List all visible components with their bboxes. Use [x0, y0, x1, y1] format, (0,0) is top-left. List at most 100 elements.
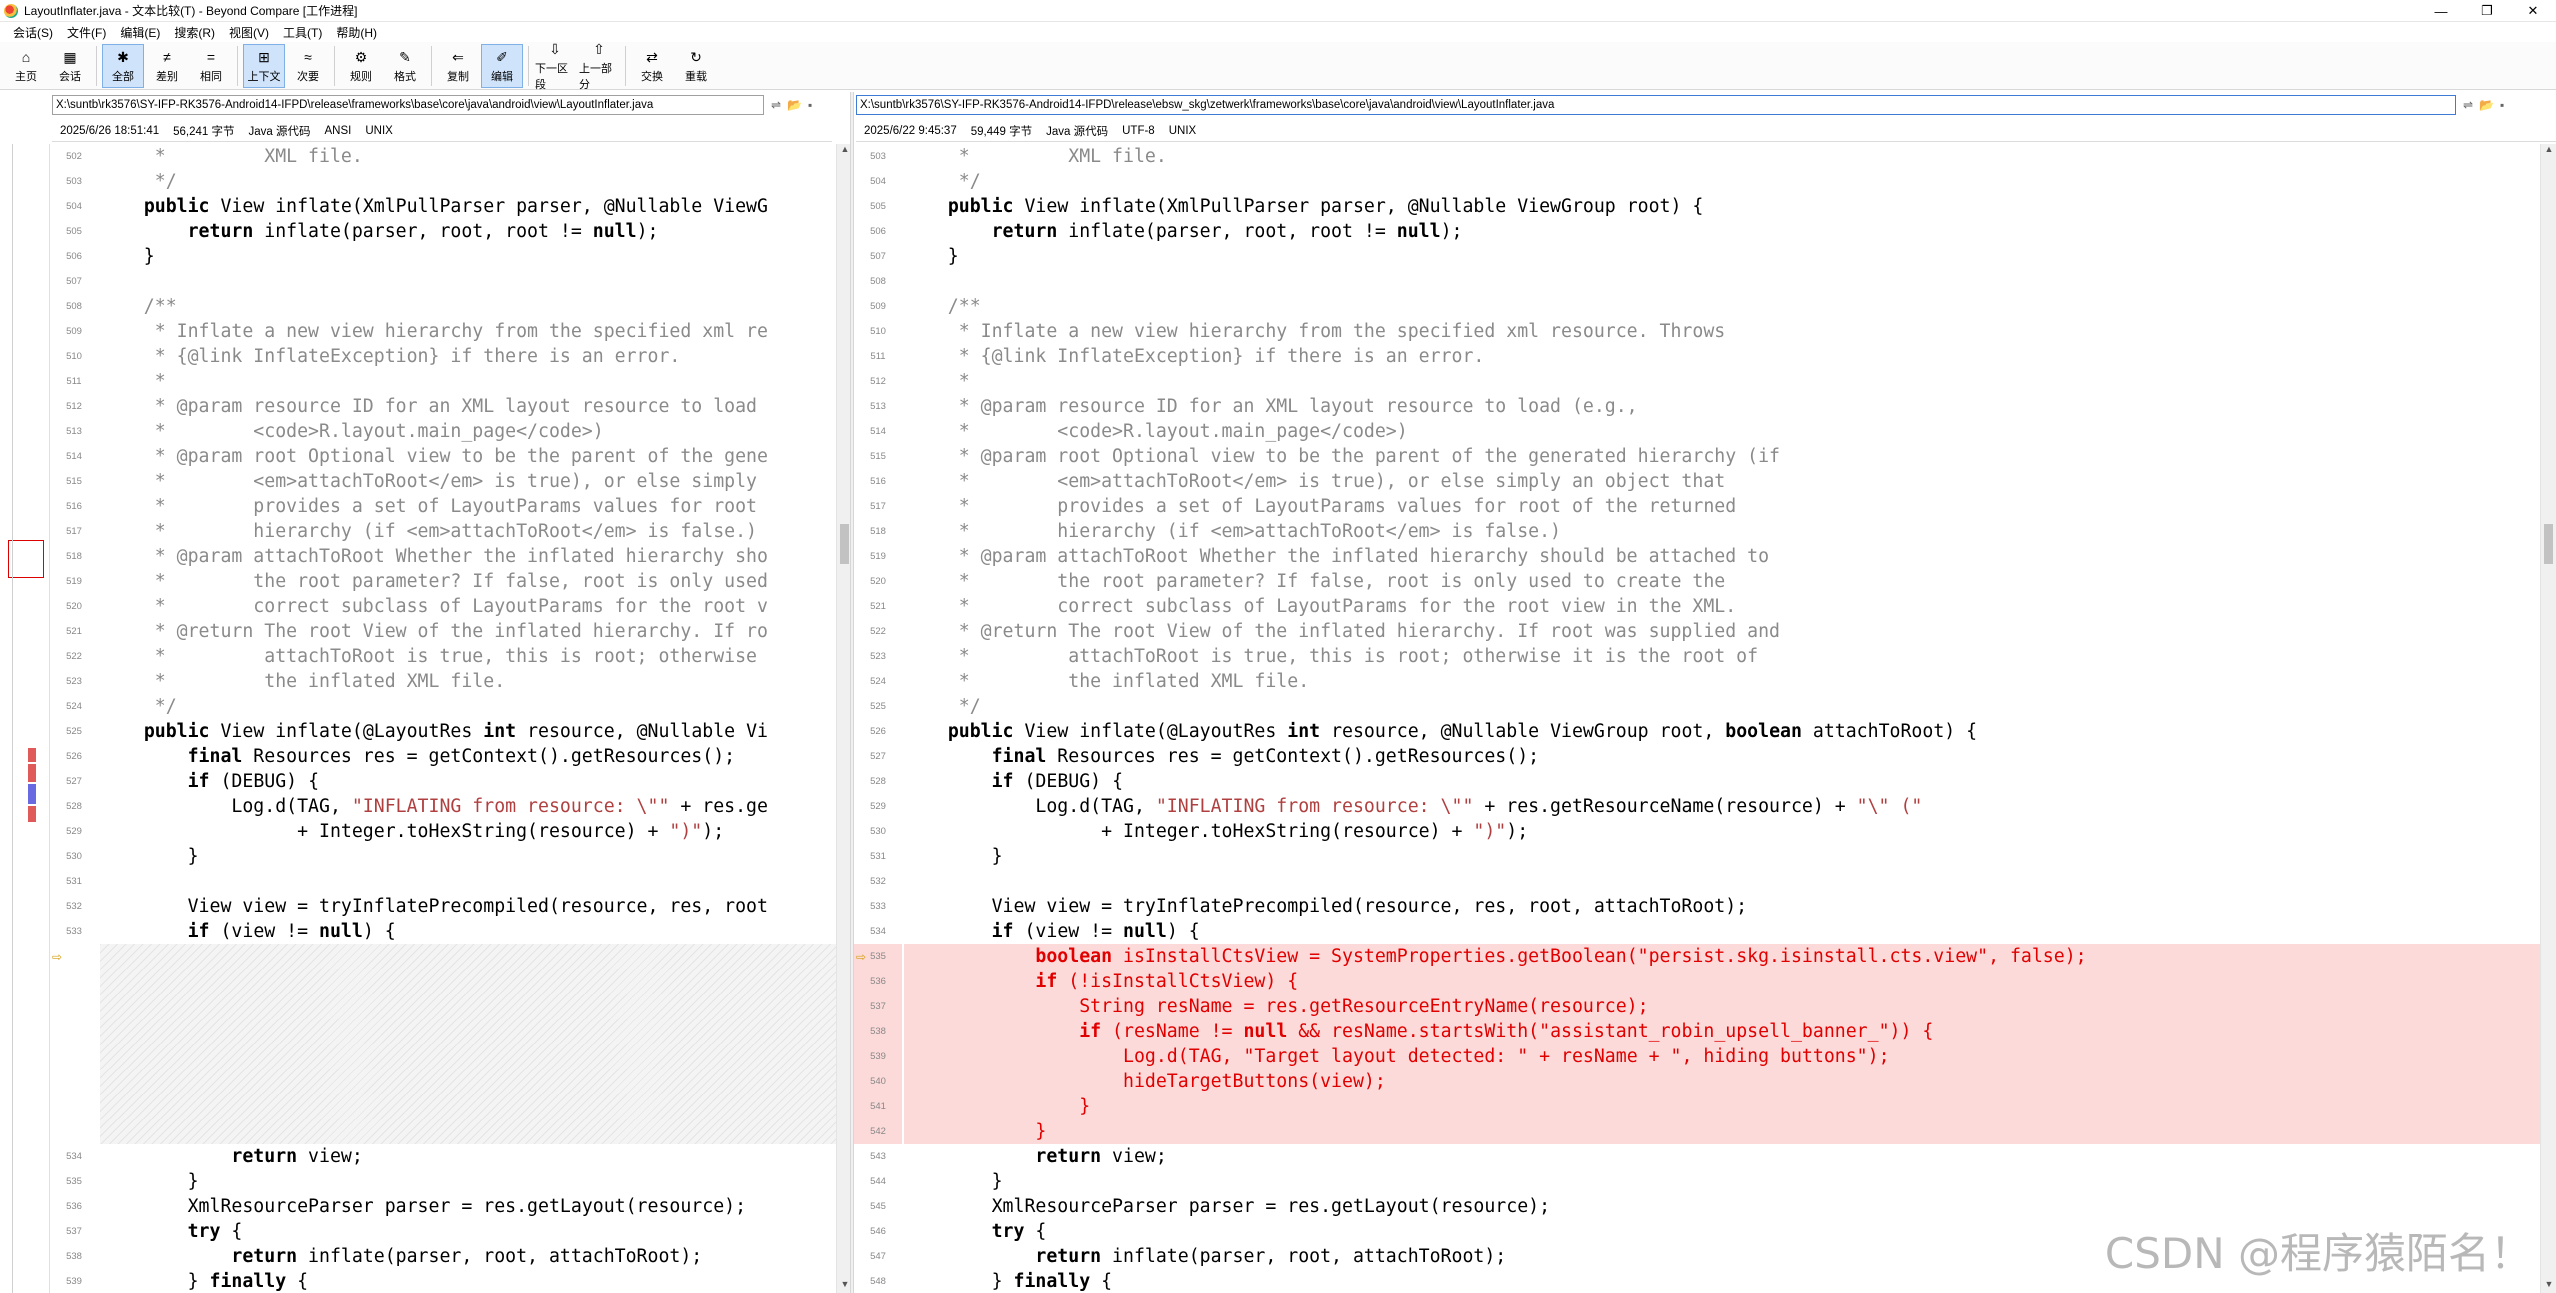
- right-path-input[interactable]: X:\suntb\rk3576\SY-IFP-RK3576-Android14-…: [856, 95, 2456, 115]
- code-line[interactable]: String resName = res.getResourceEntryNam…: [904, 994, 2540, 1019]
- code-line[interactable]: View view = tryInflatePrecompiled(resour…: [100, 894, 836, 919]
- code-line[interactable]: }: [904, 244, 2540, 269]
- right-code-pane[interactable]: 503 504 505 506 507 508 509 510 511 512 513 514 515 5…: [854, 144, 2556, 1293]
- code-line[interactable]: * Inflate a new view hierarchy from the …: [904, 319, 2540, 344]
- menu-item[interactable]: 搜索(R): [167, 24, 222, 41]
- code-line[interactable]: * <code>R.layout.main_page</code>): [904, 419, 2540, 444]
- toolbar-button[interactable]: ⇧ 上一部分: [578, 41, 620, 91]
- code-line[interactable]: if (resName != null && resName.startsWit…: [904, 1019, 2540, 1044]
- code-line[interactable]: * the inflated XML file.: [100, 669, 836, 694]
- code-line[interactable]: * XML file.: [100, 144, 836, 169]
- code-line[interactable]: * the root parameter? If false, root is …: [100, 569, 836, 594]
- code-line[interactable]: * @param resource ID for an XML layout r…: [904, 394, 2540, 419]
- code-line[interactable]: try {: [100, 1219, 836, 1244]
- toolbar-button[interactable]: ⇄ 交换: [631, 44, 673, 88]
- code-line[interactable]: XmlResourceParser parser = res.getLayout…: [904, 1194, 2540, 1219]
- code-line[interactable]: * XML file.: [904, 144, 2540, 169]
- code-line[interactable]: return view;: [100, 1144, 836, 1169]
- left-folder-icon[interactable]: 📂: [787, 98, 802, 112]
- code-line[interactable]: if (view != null) {: [904, 919, 2540, 944]
- scroll-down-icon[interactable]: ▼: [2541, 1279, 2556, 1293]
- code-line[interactable]: if (view != null) {: [100, 919, 836, 944]
- code-line[interactable]: *: [100, 369, 836, 394]
- code-line[interactable]: */: [100, 694, 836, 719]
- right-file-encoding[interactable]: UTF-8: [1122, 125, 1155, 137]
- left-file-encoding[interactable]: ANSI: [325, 125, 352, 137]
- menu-item[interactable]: 文件(F): [60, 24, 113, 41]
- code-line[interactable]: public View inflate(@LayoutRes int resou…: [100, 719, 836, 744]
- code-line[interactable]: /**: [100, 294, 836, 319]
- code-line[interactable]: * correct subclass of LayoutParams for t…: [100, 594, 836, 619]
- code-line[interactable]: }: [904, 1169, 2540, 1194]
- menu-item[interactable]: 视图(V): [222, 24, 276, 41]
- code-line[interactable]: * provides a set of LayoutParams values …: [904, 494, 2540, 519]
- code-line[interactable]: * @param root Optional view to be the pa…: [904, 444, 2540, 469]
- code-line[interactable]: * hierarchy (if <em>attachToRoot</em> is…: [100, 519, 836, 544]
- scrollbar-thumb[interactable]: [2544, 524, 2553, 564]
- code-line[interactable]: *: [904, 369, 2540, 394]
- toolbar-button[interactable]: ≈ 次要: [287, 44, 329, 88]
- code-line[interactable]: final Resources res = getContext().getRe…: [100, 744, 836, 769]
- code-line[interactable]: }: [904, 1094, 2540, 1119]
- code-line[interactable]: [904, 869, 2540, 894]
- code-line[interactable]: if (DEBUG) {: [904, 769, 2540, 794]
- menu-item[interactable]: 编辑(E): [113, 24, 167, 41]
- toolbar-button[interactable]: ⇐ 复制: [437, 44, 479, 88]
- code-line[interactable]: Log.d(TAG, "INFLATING from resource: \""…: [100, 794, 836, 819]
- code-line[interactable]: }: [904, 844, 2540, 869]
- code-line[interactable]: * {@link InflateException} if there is a…: [100, 344, 836, 369]
- menu-item[interactable]: 工具(T): [276, 24, 329, 41]
- scrollbar-thumb[interactable]: [840, 524, 849, 564]
- code-line[interactable]: public View inflate(XmlPullParser parser…: [100, 194, 836, 219]
- code-line[interactable]: Log.d(TAG, "INFLATING from resource: \""…: [904, 794, 2540, 819]
- code-line[interactable]: hideTargetButtons(view);: [904, 1069, 2540, 1094]
- right-vertical-scrollbar[interactable]: ▲ ▼: [2540, 144, 2556, 1293]
- left-code-pane[interactable]: 502 503 504 505 506 507 508 509 510 511 512 513 514 5…: [50, 144, 852, 1293]
- code-line[interactable]: }: [904, 1119, 2540, 1144]
- code-line[interactable]: * <code>R.layout.main_page</code>): [100, 419, 836, 444]
- code-line[interactable]: final Resources res = getContext().getRe…: [904, 744, 2540, 769]
- diff-arrow-icon[interactable]: ⇨: [856, 950, 866, 964]
- code-line[interactable]: boolean isInstallCtsView = SystemPropert…: [904, 944, 2540, 969]
- diff-overview-strip[interactable]: [0, 144, 50, 1293]
- left-file-eol[interactable]: UNIX: [365, 125, 392, 137]
- code-line[interactable]: + Integer.toHexString(resource) + ")");: [100, 819, 836, 844]
- left-save-icon[interactable]: ▪: [808, 98, 812, 112]
- code-line[interactable]: */: [100, 169, 836, 194]
- code-line[interactable]: * @return The root View of the inflated …: [904, 619, 2540, 644]
- code-line[interactable]: }: [100, 1169, 836, 1194]
- code-line[interactable]: * correct subclass of LayoutParams for t…: [904, 594, 2540, 619]
- maximize-button[interactable]: ❐: [2464, 0, 2510, 22]
- menu-item[interactable]: 会话(S): [6, 24, 60, 41]
- code-line[interactable]: * provides a set of LayoutParams values …: [100, 494, 836, 519]
- code-line[interactable]: * @param resource ID for an XML layout r…: [100, 394, 836, 419]
- toolbar-button[interactable]: ⌂ 主页: [5, 44, 47, 88]
- code-line[interactable]: * the root parameter? If false, root is …: [904, 569, 2540, 594]
- code-line[interactable]: [904, 269, 2540, 294]
- minimize-button[interactable]: —: [2418, 0, 2464, 22]
- left-path-options-icon[interactable]: ⇌: [771, 98, 781, 112]
- code-line[interactable]: * hierarchy (if <em>attachToRoot</em> is…: [904, 519, 2540, 544]
- toolbar-button[interactable]: ↻ 重载: [675, 44, 717, 88]
- code-line[interactable]: return inflate(parser, root, root != nul…: [100, 219, 836, 244]
- toolbar-button[interactable]: = 相同: [190, 44, 232, 88]
- code-line[interactable]: + Integer.toHexString(resource) + ")");: [904, 819, 2540, 844]
- code-line[interactable]: return inflate(parser, root, root != nul…: [904, 219, 2540, 244]
- right-save-icon[interactable]: ▪: [2500, 98, 2504, 112]
- left-code-text[interactable]: * XML file. */ public View inflate(XmlPu…: [100, 144, 836, 1293]
- code-line[interactable]: * @param attachToRoot Whether the inflat…: [100, 544, 836, 569]
- right-folder-icon[interactable]: 📂: [2479, 98, 2494, 112]
- close-button[interactable]: ✕: [2510, 0, 2556, 22]
- code-line[interactable]: [100, 869, 836, 894]
- scroll-up-icon[interactable]: ▲: [2541, 144, 2556, 158]
- right-code-text[interactable]: * XML file. */ public View inflate(XmlPu…: [904, 144, 2540, 1293]
- diff-arrow-icon[interactable]: ⇨: [52, 950, 62, 964]
- right-path-options-icon[interactable]: ⇌: [2463, 98, 2473, 112]
- code-line[interactable]: * attachToRoot is true, this is root; ot…: [100, 644, 836, 669]
- code-line[interactable]: }: [100, 844, 836, 869]
- code-line[interactable]: Log.d(TAG, "Target layout detected: " + …: [904, 1044, 2540, 1069]
- code-line[interactable]: XmlResourceParser parser = res.getLayout…: [100, 1194, 836, 1219]
- code-line[interactable]: * {@link InflateException} if there is a…: [904, 344, 2540, 369]
- code-line[interactable]: if (DEBUG) {: [100, 769, 836, 794]
- menu-item[interactable]: 帮助(H): [329, 24, 384, 41]
